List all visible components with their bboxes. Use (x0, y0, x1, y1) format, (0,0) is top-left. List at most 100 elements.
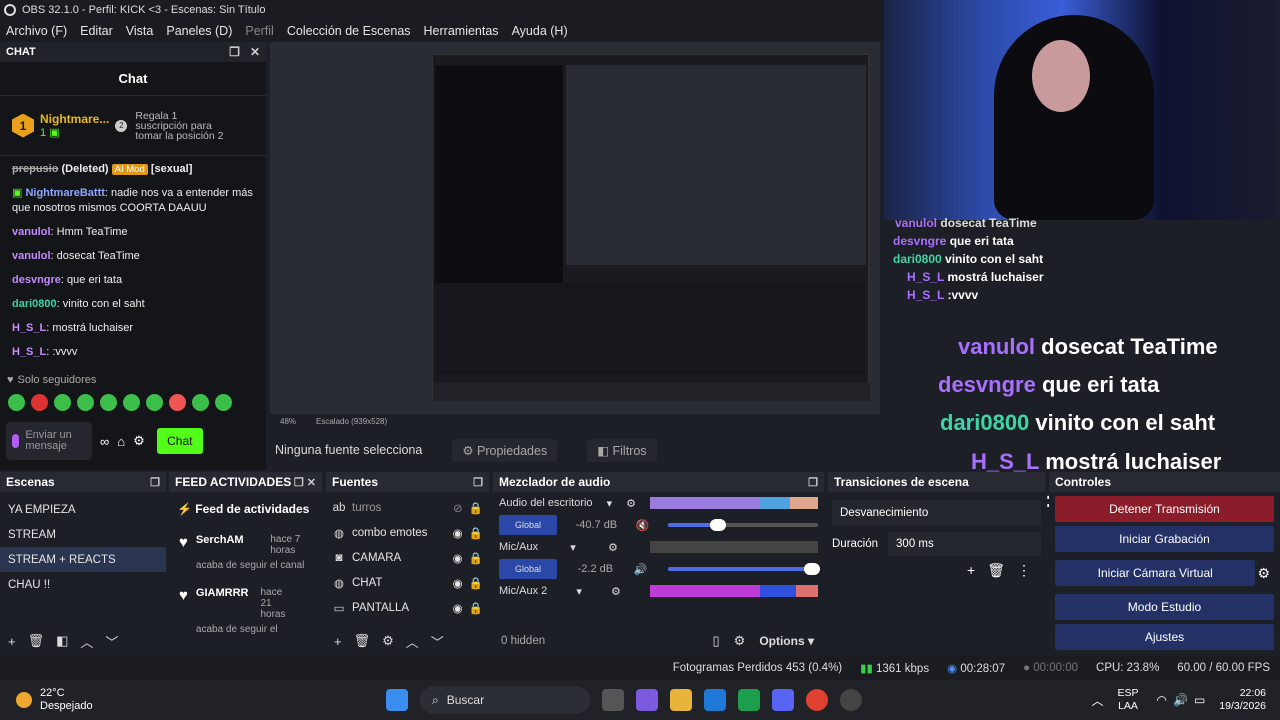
send-chat-button[interactable]: Chat (156, 428, 203, 454)
lock-icon[interactable]: 🔒 (469, 526, 483, 540)
chevron-down-icon[interactable]: ▾ (576, 585, 582, 598)
emote-icon[interactable] (215, 394, 232, 411)
eye-off-icon[interactable]: ⊘ (453, 501, 463, 515)
duration-input[interactable]: 300 ms (888, 532, 1041, 556)
add-icon[interactable]: + (334, 634, 342, 649)
discord-icon[interactable] (772, 689, 794, 711)
lock-icon[interactable]: 🔒 (469, 501, 483, 515)
chat-user[interactable]: prepusio (12, 163, 58, 175)
undock-icon[interactable]: ❐ (473, 476, 483, 489)
gift-slot-icon[interactable]: 2 (115, 119, 128, 132)
transition-select[interactable]: Desvanecimiento (832, 500, 1041, 526)
chrome-icon[interactable] (806, 689, 828, 711)
wifi-icon[interactable]: ◠ (1157, 693, 1167, 707)
speaker-icon[interactable]: 🔊 (634, 563, 648, 576)
options-dropdown[interactable]: Options ▾ (759, 634, 814, 648)
eye-icon[interactable]: ◉ (453, 601, 463, 615)
menu-ayuda[interactable]: Ayuda (H) (512, 24, 568, 38)
taskbar-search[interactable]: ⌕ Buscar (420, 686, 590, 714)
emote-icon[interactable] (31, 394, 48, 411)
mixer-settings-icon[interactable]: ⚙ (611, 585, 621, 598)
excel-icon[interactable] (738, 689, 760, 711)
up-icon[interactable]: ︿ (80, 632, 93, 651)
clock-time[interactable]: 22:06 (1219, 687, 1266, 700)
eye-icon[interactable]: ◉ (453, 526, 463, 540)
menu-vista[interactable]: Vista (126, 24, 154, 38)
up-icon[interactable]: ︿ (406, 632, 419, 651)
settings-button[interactable]: Ajustes (1055, 624, 1274, 650)
lang-code[interactable]: ESP (1117, 687, 1138, 700)
chat-user[interactable]: dari0800 (12, 298, 57, 310)
volume-slider[interactable] (667, 519, 818, 531)
chat-user[interactable]: vanulol (12, 250, 51, 262)
trash-icon[interactable]: 🗑 (987, 562, 1005, 579)
source-item[interactable]: ◍ combo emotes ◉ 🔒 (326, 520, 489, 545)
chevron-down-icon[interactable]: ▾ (570, 541, 576, 554)
chat-user[interactable]: vanulol (12, 226, 51, 238)
chat-user[interactable]: desvngre (12, 274, 61, 286)
emote-icon[interactable] (100, 394, 117, 411)
chat-user[interactable]: NightmareBattt (25, 187, 104, 199)
zoom-level[interactable]: 48% (280, 417, 296, 426)
menu-coleccion[interactable]: Colección de Escenas (287, 24, 411, 38)
close-icon[interactable]: ✕ (307, 477, 316, 489)
eye-icon[interactable]: ◉ (453, 551, 463, 565)
lock-icon[interactable]: 🔒 (469, 551, 483, 565)
mixer-settings-icon[interactable]: ⚙ (608, 541, 618, 554)
chat-input[interactable]: Enviar un mensaje (6, 422, 92, 460)
menu-herramientas[interactable]: Herramientas (424, 24, 499, 38)
properties-button[interactable]: ⚙ Propiedades (452, 438, 558, 462)
undock-icon[interactable]: ❐ (808, 476, 818, 489)
global-button[interactable]: Global (499, 559, 557, 579)
store-icon[interactable]: ⌂ (117, 434, 125, 449)
scene-item[interactable]: STREAM (0, 522, 166, 547)
mixer-settings-icon[interactable]: ⚙ (626, 497, 636, 510)
undock-icon[interactable]: ❐ (229, 45, 240, 59)
undock-icon[interactable]: ❐ (294, 477, 304, 489)
scene-item[interactable]: CHAU !! (0, 572, 166, 597)
word-icon[interactable] (704, 689, 726, 711)
menu-perfil[interactable]: Perfil (245, 24, 273, 38)
menu-archivo[interactable]: Archivo (F) (6, 24, 67, 38)
down-icon[interactable]: ﹀ (105, 632, 118, 651)
emote-icon[interactable] (77, 394, 94, 411)
global-button[interactable]: Global (499, 515, 557, 535)
trash-icon[interactable]: 🗑 (354, 633, 371, 649)
volume-slider[interactable] (668, 563, 820, 575)
source-item[interactable]: ▭ PANTALLA ◉ 🔒 (326, 595, 489, 620)
lock-icon[interactable]: 🔒 (469, 576, 483, 590)
gear-icon[interactable]: ⚙ (382, 633, 394, 649)
scene-item-selected[interactable]: STREAM + REACTS (0, 547, 166, 572)
emote-picker-icon[interactable]: ∞ (100, 434, 109, 449)
lock-icon[interactable]: 🔒 (469, 601, 483, 615)
gear-icon[interactable]: ⚙ (734, 633, 746, 649)
weather-widget[interactable]: 22°C Despejado (0, 687, 200, 713)
filters-button[interactable]: ◧ Filtros (587, 438, 657, 462)
add-icon[interactable]: + (8, 634, 16, 649)
chevron-down-icon[interactable]: ▾ (607, 497, 613, 510)
chat-user[interactable]: H_S_L (12, 322, 46, 334)
obs-taskbar-icon[interactable] (840, 689, 862, 711)
task-view-icon[interactable] (602, 689, 624, 711)
start-recording-button[interactable]: Iniciar Grabación (1055, 526, 1274, 552)
source-item[interactable]: ◙ CAMARA ◉ 🔒 (326, 545, 489, 570)
undock-icon[interactable]: ❐ (150, 476, 160, 489)
start-virtual-cam-button[interactable]: Iniciar Cámara Virtual (1055, 560, 1256, 586)
down-icon[interactable]: ﹀ (431, 632, 444, 651)
emote-icon[interactable] (146, 394, 163, 411)
tray-chevron-icon[interactable]: ︿ (1091, 692, 1103, 709)
emote-icon[interactable] (54, 394, 71, 411)
layout-icon[interactable]: ▯ (713, 633, 720, 649)
emote-icon[interactable] (169, 394, 186, 411)
studio-mode-button[interactable]: Modo Estudio (1055, 594, 1274, 620)
add-icon[interactable]: + (967, 562, 975, 579)
file-explorer-icon[interactable] (670, 689, 692, 711)
emote-icon[interactable] (123, 394, 140, 411)
battery-icon[interactable]: ▭ (1194, 693, 1205, 707)
virtual-cam-settings-icon[interactable]: ⚙ (1257, 565, 1270, 582)
muted-speaker-icon[interactable]: 🔇 (636, 519, 650, 532)
more-icon[interactable]: ⋮ (1017, 562, 1031, 579)
settings-icon[interactable]: ⚙ (133, 433, 145, 449)
windows-start-icon[interactable] (386, 689, 408, 711)
source-item[interactable]: ◍ CHAT ◉ 🔒 (326, 570, 489, 595)
